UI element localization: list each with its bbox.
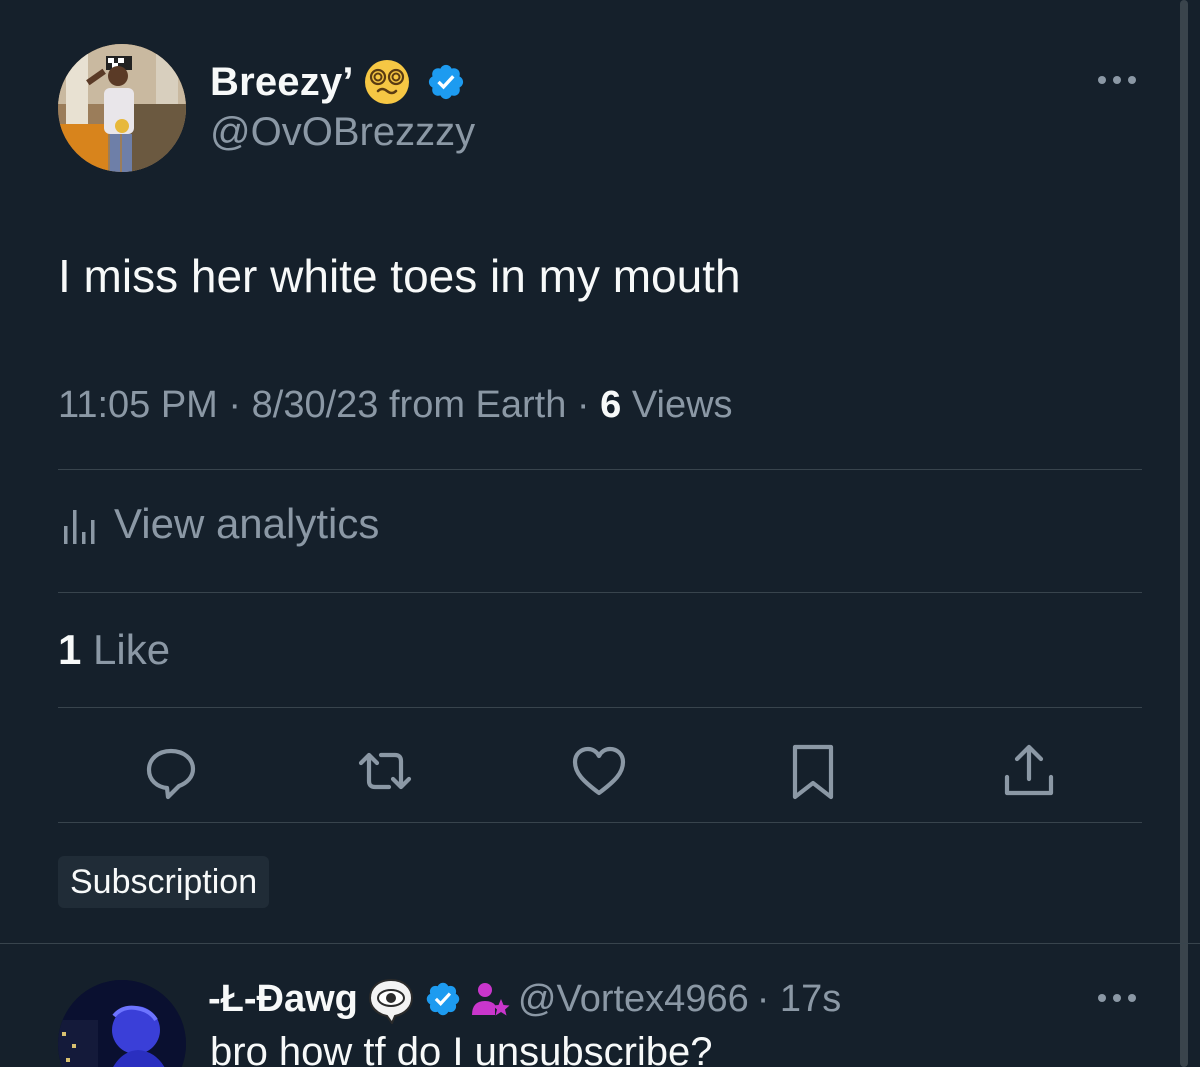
retweet-button[interactable] <box>354 740 416 802</box>
reply-avatar-photo <box>58 980 186 1067</box>
reply-handle[interactable]: @Vortex4966 <box>518 978 749 1021</box>
view-analytics-label: View analytics <box>114 500 380 547</box>
likes-label: Like <box>81 626 171 673</box>
reply-header: -Ł-Ɖawg @Vortex4966 · 17s <box>208 972 841 1026</box>
meta-separator: · <box>217 384 252 426</box>
more-options-icon[interactable] <box>1096 70 1138 90</box>
analytics-icon <box>64 510 95 544</box>
author-avatar[interactable] <box>58 44 186 172</box>
likes-count: 1 <box>58 626 82 673</box>
divider <box>58 707 1142 708</box>
divider <box>58 469 1142 470</box>
share-button[interactable] <box>998 740 1060 802</box>
reply-display-name[interactable]: -Ł-Ɖawg <box>208 978 358 1021</box>
tweet-date[interactable]: 8/30/23 <box>252 384 379 426</box>
section-divider <box>0 943 1200 944</box>
tweet-source: from Earth <box>378 384 567 426</box>
reply-icon <box>146 748 196 800</box>
eye-in-speech-bubble-icon <box>368 978 413 1024</box>
reply-text: bro how tf do I unsubscribe? <box>210 1030 713 1067</box>
reply-author-avatar[interactable] <box>58 980 186 1067</box>
author-name-row: Breezy’ <box>210 56 466 108</box>
divider <box>58 592 1142 593</box>
tweet-time[interactable]: 11:05 PM <box>58 384 218 426</box>
divider <box>58 822 1142 823</box>
likes-stat[interactable]: 1 Like <box>58 626 170 674</box>
views-count: 6 <box>600 384 622 426</box>
tweet-text: I miss her white toes in my mouth <box>58 250 741 302</box>
scrollbar[interactable] <box>1180 0 1188 1067</box>
dizzy-face-emoji-icon <box>364 60 409 104</box>
meta-separator: · <box>566 384 601 426</box>
bookmark-button[interactable] <box>782 740 844 802</box>
reply-timestamp[interactable]: · 17s <box>757 978 841 1021</box>
bookmark-icon <box>792 744 834 800</box>
views-label: Views <box>621 384 733 426</box>
author-handle[interactable]: @OvOBrezzzy <box>210 110 475 155</box>
subscription-badge[interactable]: Subscription <box>58 856 270 908</box>
tweet-action-bar <box>58 740 1142 802</box>
tweet-detail-screen: Breezy’ @OvOBrezzzy I miss her white toe… <box>0 0 1200 1067</box>
reply-button[interactable] <box>140 740 202 802</box>
like-icon <box>572 746 626 796</box>
reply-more-options-icon[interactable] <box>1096 988 1138 1008</box>
verified-badge-icon[interactable] <box>426 62 466 102</box>
tweet-meta: 11:05 PM · 8/30/23 from Earth · 6 Views <box>58 384 733 427</box>
subscriber-icon[interactable] <box>470 979 510 1019</box>
retweet-icon <box>358 752 412 790</box>
author-display-name[interactable]: Breezy’ <box>210 60 354 105</box>
like-button[interactable] <box>568 740 630 802</box>
view-analytics-button[interactable]: View analytics <box>62 500 379 548</box>
share-icon <box>1004 744 1054 796</box>
avatar-photo <box>58 44 186 172</box>
verified-badge-icon[interactable] <box>424 980 462 1018</box>
